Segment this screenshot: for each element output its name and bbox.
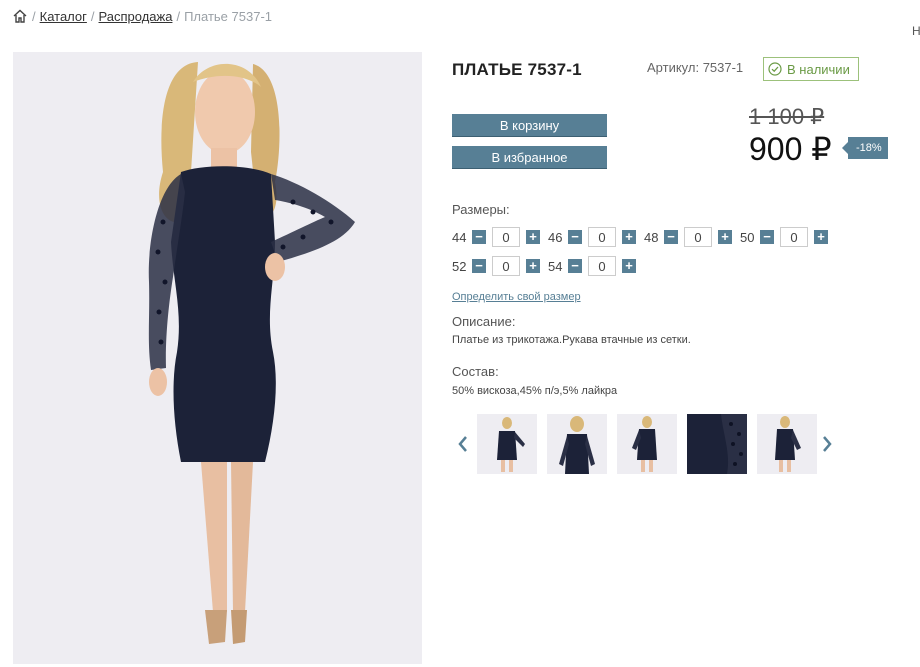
gallery-thumbnail[interactable]: [617, 414, 677, 474]
composition-label: Состав:: [452, 364, 499, 379]
size-number: 48: [644, 229, 659, 245]
composition-text: 50% вискоза,45% п/э,5% лайкра: [452, 385, 618, 397]
size-row: 44 − + 46 − + 48 − + 50 − +: [452, 227, 836, 247]
home-icon[interactable]: [12, 8, 28, 24]
size-number: 52: [452, 258, 467, 274]
breadcrumb-separator: /: [32, 8, 36, 24]
minus-button[interactable]: −: [760, 230, 774, 244]
product-title: ПЛАТЬЕ 7537-1: [452, 60, 582, 79]
chevron-right-icon[interactable]: [821, 434, 833, 454]
stock-badge: В наличии: [763, 57, 859, 81]
current-price: 900 ₽: [749, 131, 832, 167]
description-text: Платье из трикотажа.Рукава втачные из се…: [452, 334, 691, 346]
breadcrumb-separator: /: [90, 8, 95, 24]
quantity-input-54[interactable]: [588, 256, 616, 276]
breadcrumb-current: Платье 7537-1: [184, 8, 272, 24]
size-number: 54: [548, 258, 563, 274]
description-label: Описание:: [452, 314, 516, 329]
breadcrumb-separator: /: [176, 8, 181, 24]
gallery-thumbnail[interactable]: [757, 414, 817, 474]
minus-button[interactable]: −: [568, 230, 582, 244]
product-sku: Артикул: 7537-1: [647, 60, 744, 75]
minus-button[interactable]: −: [472, 230, 486, 244]
plus-button[interactable]: +: [526, 230, 540, 244]
breadcrumb-sale[interactable]: Распродажа: [99, 9, 173, 24]
stock-label: В наличии: [787, 61, 850, 77]
add-to-favorites-button[interactable]: В избранное: [452, 146, 607, 168]
quantity-input-44[interactable]: [492, 227, 520, 247]
size-stepper-44: 44 − +: [452, 227, 540, 247]
quantity-input-48[interactable]: [684, 227, 712, 247]
quantity-input-46[interactable]: [588, 227, 616, 247]
plus-button[interactable]: +: [814, 230, 828, 244]
quantity-input-50[interactable]: [780, 227, 808, 247]
product-main-photo[interactable]: [13, 52, 422, 664]
minus-button[interactable]: −: [664, 230, 678, 244]
size-stepper-52: 52 − +: [452, 256, 540, 276]
breadcrumb: / Каталог / Распродажа / Платье 7537-1: [12, 8, 272, 24]
gallery-thumbnail[interactable]: [547, 414, 607, 474]
plus-button[interactable]: +: [718, 230, 732, 244]
size-number: 46: [548, 229, 563, 245]
size-stepper-48: 48 − +: [644, 227, 732, 247]
minus-button[interactable]: −: [568, 259, 582, 273]
plus-button[interactable]: +: [526, 259, 540, 273]
size-stepper-46: 46 − +: [548, 227, 636, 247]
gallery-thumbnail[interactable]: [687, 414, 747, 474]
breadcrumb-catalog[interactable]: Каталог: [40, 9, 87, 24]
size-number: 44: [452, 229, 467, 245]
chevron-left-icon[interactable]: [457, 434, 469, 454]
size-row: 52 − + 54 − +: [452, 256, 644, 276]
minus-button[interactable]: −: [472, 259, 486, 273]
plus-button[interactable]: +: [622, 259, 636, 273]
size-number: 50: [740, 229, 755, 245]
discount-badge: -18%: [842, 137, 888, 159]
quantity-input-52[interactable]: [492, 256, 520, 276]
gallery-thumbnail[interactable]: [477, 414, 537, 474]
size-stepper-54: 54 − +: [548, 256, 636, 276]
old-price: 1 100 ₽: [749, 104, 825, 129]
size-guide-link[interactable]: Определить свой размер: [452, 291, 581, 303]
cut-off-header-text: Н: [912, 24, 920, 38]
check-circle-icon: [768, 62, 782, 76]
size-stepper-50: 50 − +: [740, 227, 828, 247]
plus-button[interactable]: +: [622, 230, 636, 244]
add-to-cart-button[interactable]: В корзину: [452, 114, 607, 136]
sizes-label: Размеры:: [452, 202, 510, 217]
